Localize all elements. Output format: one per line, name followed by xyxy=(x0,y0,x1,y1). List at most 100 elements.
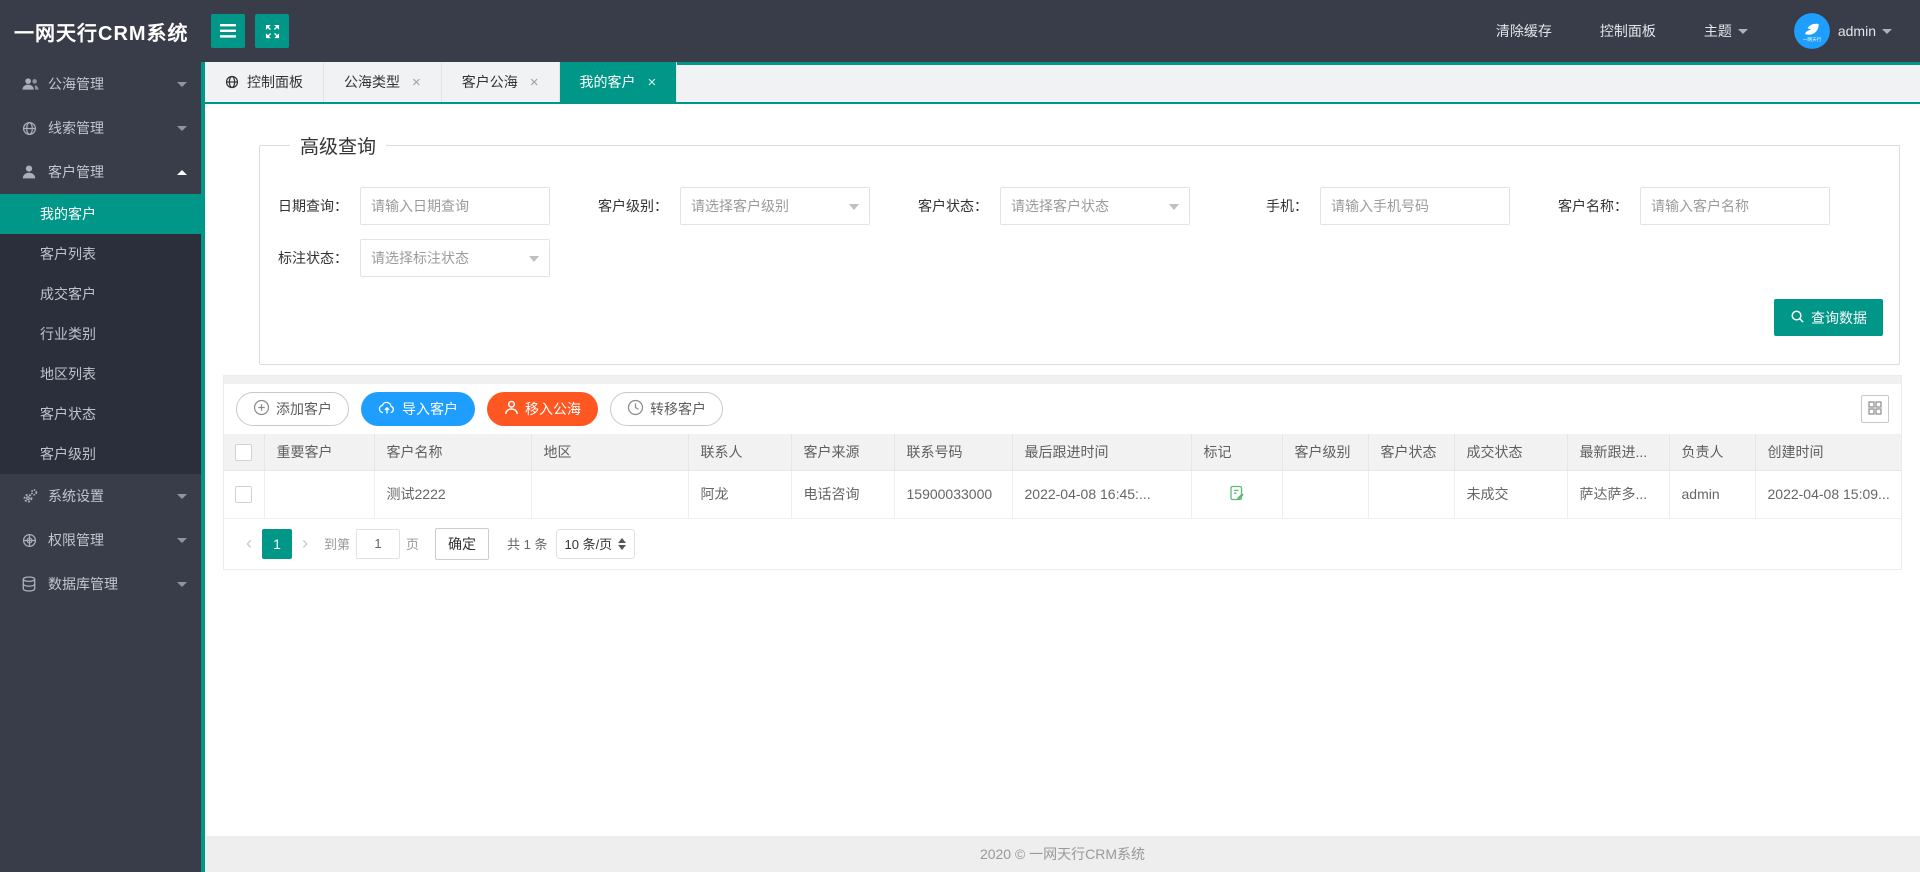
chevron-down-icon xyxy=(1737,28,1748,34)
col-last-follow-time: 最后跟进时间 xyxy=(1011,434,1192,471)
collapse-menu-button[interactable] xyxy=(211,14,245,48)
top-header: 一网天行CRM系统 清除缓存 控制面板 主题 一网天行 admin xyxy=(0,0,1920,62)
user-menu[interactable]: admin xyxy=(1838,23,1892,39)
customer-status-select[interactable]: 请选择客户状态 xyxy=(1000,187,1190,225)
col-important: 重要客户 xyxy=(263,434,375,471)
next-page-icon[interactable]: › xyxy=(292,533,318,554)
column-filter-button[interactable] xyxy=(1861,395,1889,423)
cell-contact: 阿龙 xyxy=(687,469,792,519)
chevron-down-icon xyxy=(177,81,187,87)
goto-label: 到第 xyxy=(324,537,351,552)
col-status: 客户状态 xyxy=(1367,434,1455,471)
customer-name-input[interactable] xyxy=(1640,187,1830,225)
card-top-band xyxy=(224,376,1901,384)
query-data-button[interactable]: 查询数据 xyxy=(1774,299,1883,336)
sidebar-item-customer-level[interactable]: 客户级别 xyxy=(0,434,201,474)
cell-level xyxy=(1281,469,1369,519)
sidebar: 公海管理 线索管理 客户管理 我的客户 客户列表 成交客户 行业类别 地区列表 … xyxy=(0,62,201,872)
database-icon xyxy=(22,576,39,592)
sidebar-item-system-settings[interactable]: 系统设置 xyxy=(0,474,201,518)
sidebar-item-label: 客户管理 xyxy=(48,164,104,180)
query-field-status: 客户状态： 请选择客户状态 xyxy=(912,187,1190,225)
tab-public-sea-type[interactable]: 公海类型 × xyxy=(324,62,442,102)
goto-page-input[interactable] xyxy=(356,528,401,559)
grid-icon xyxy=(1868,400,1882,418)
globe-icon xyxy=(225,75,239,89)
sidebar-item-public-sea[interactable]: 公海管理 xyxy=(0,62,201,106)
avatar[interactable]: 一网天行 xyxy=(1793,13,1830,49)
prev-page-icon[interactable]: ‹ xyxy=(236,533,262,554)
sidebar-item-my-customers[interactable]: 我的客户 xyxy=(0,194,201,234)
tab-control-panel[interactable]: 控制面板 xyxy=(205,62,324,102)
mark-status-select[interactable]: 请选择标注状态 xyxy=(360,239,550,277)
close-icon[interactable]: × xyxy=(412,75,421,90)
sidebar-item-permissions[interactable]: 权限管理 xyxy=(0,518,201,562)
sidebar-item-region-list[interactable]: 地区列表 xyxy=(0,354,201,394)
query-data-label: 查询数据 xyxy=(1811,309,1867,326)
col-owner: 负责人 xyxy=(1668,434,1756,471)
theme-menu[interactable]: 主题 xyxy=(1704,21,1748,41)
select-all-checkbox[interactable] xyxy=(235,443,253,461)
sidebar-item-deal-customers[interactable]: 成交客户 xyxy=(0,274,201,314)
move-to-public-sea-button[interactable]: 移入公海 xyxy=(487,392,598,426)
user-icon xyxy=(22,165,39,179)
select-all-cell xyxy=(224,434,265,471)
theme-label: 主题 xyxy=(1703,23,1732,39)
header-actions: 清除缓存 控制面板 主题 一网天行 admin xyxy=(1448,13,1920,49)
up-down-icon xyxy=(618,537,627,550)
chevron-down-icon xyxy=(849,204,859,210)
fullscreen-button[interactable] xyxy=(255,14,289,48)
mark-edit-icon[interactable] xyxy=(1228,485,1246,505)
field-label: 客户级别： xyxy=(598,198,668,214)
advanced-query-title: 高级查询 xyxy=(300,137,377,158)
cell-important xyxy=(263,469,375,519)
import-customer-button[interactable]: 导入客户 xyxy=(361,392,475,426)
cell-deal-status: 未成交 xyxy=(1453,469,1568,519)
phone-input[interactable] xyxy=(1320,187,1510,225)
close-icon[interactable]: × xyxy=(530,75,539,90)
confirm-button[interactable]: 确定 xyxy=(435,527,490,560)
table-header-row: 重要客户 客户名称 地区 联系人 客户来源 联系号码 最后跟进时间 标记 客户级… xyxy=(224,434,1901,471)
clear-cache-link[interactable]: 清除缓存 xyxy=(1496,21,1552,41)
close-icon[interactable]: × xyxy=(648,75,657,90)
chevron-down-icon xyxy=(177,125,187,131)
control-panel-link[interactable]: 控制面板 xyxy=(1600,21,1656,41)
transfer-customer-button[interactable]: 转移客户 xyxy=(610,392,723,426)
pagination: ‹ 1 › 到第 页 确定 共 1 条 10 条/页 xyxy=(224,519,1901,569)
tab-bar-filler xyxy=(677,62,1920,102)
query-field-name: 客户名称： xyxy=(1552,187,1830,225)
row-checkbox[interactable] xyxy=(235,485,253,503)
sidebar-item-customers[interactable]: 客户管理 xyxy=(0,150,201,194)
main-area: 控制面板 公海类型 × 客户公海 × 我的客户 × 高级查询 日期查询： 请输入… xyxy=(205,62,1920,872)
tab-label: 我的客户 xyxy=(579,74,636,90)
search-icon xyxy=(1790,309,1811,327)
page-size-value: 10 条/页 xyxy=(564,537,613,552)
total-count-label: 共 1 条 xyxy=(507,537,548,552)
chevron-up-icon xyxy=(177,169,187,175)
username-label: admin xyxy=(1837,23,1876,39)
table-row: 测试2222 阿龙 电话咨询 15900033000 2022-04-08 16… xyxy=(224,469,1901,519)
sidebar-item-customer-list[interactable]: 客户列表 xyxy=(0,234,201,274)
col-deal-status: 成交状态 xyxy=(1453,434,1568,471)
tab-label: 公海类型 xyxy=(344,74,400,90)
add-customer-button[interactable]: 添加客户 xyxy=(236,392,349,426)
sidebar-item-customer-status[interactable]: 客户状态 xyxy=(0,394,201,434)
query-row-1: 日期查询： 客户级别： 请选择客户级别 客户状态： 请选择客户状态 xyxy=(272,187,1887,225)
tab-customer-public-sea[interactable]: 客户公海 × xyxy=(441,62,560,102)
query-row-2: 标注状态： 请选择标注状态 xyxy=(272,239,1887,277)
page-number-button[interactable]: 1 xyxy=(262,528,292,559)
tab-bar: 控制面板 公海类型 × 客户公海 × 我的客户 × xyxy=(205,62,1920,104)
sidebar-item-leads[interactable]: 线索管理 xyxy=(0,106,201,150)
sidebar-item-industry-category[interactable]: 行业类别 xyxy=(0,314,201,354)
move-to-public-sea-label: 移入公海 xyxy=(525,401,581,417)
col-region: 地区 xyxy=(530,434,689,471)
query-field-level: 客户级别： 请选择客户级别 xyxy=(592,187,870,225)
tab-my-customers[interactable]: 我的客户 × xyxy=(559,62,678,102)
cell-phone: 15900033000 xyxy=(893,469,1013,519)
fullscreen-icon xyxy=(265,24,280,39)
page-size-select[interactable]: 10 条/页 xyxy=(555,528,636,559)
sidebar-item-database[interactable]: 数据库管理 xyxy=(0,562,201,606)
page-unit-label: 页 xyxy=(406,537,420,552)
date-query-input[interactable] xyxy=(360,187,550,225)
customer-level-select[interactable]: 请选择客户级别 xyxy=(680,187,870,225)
